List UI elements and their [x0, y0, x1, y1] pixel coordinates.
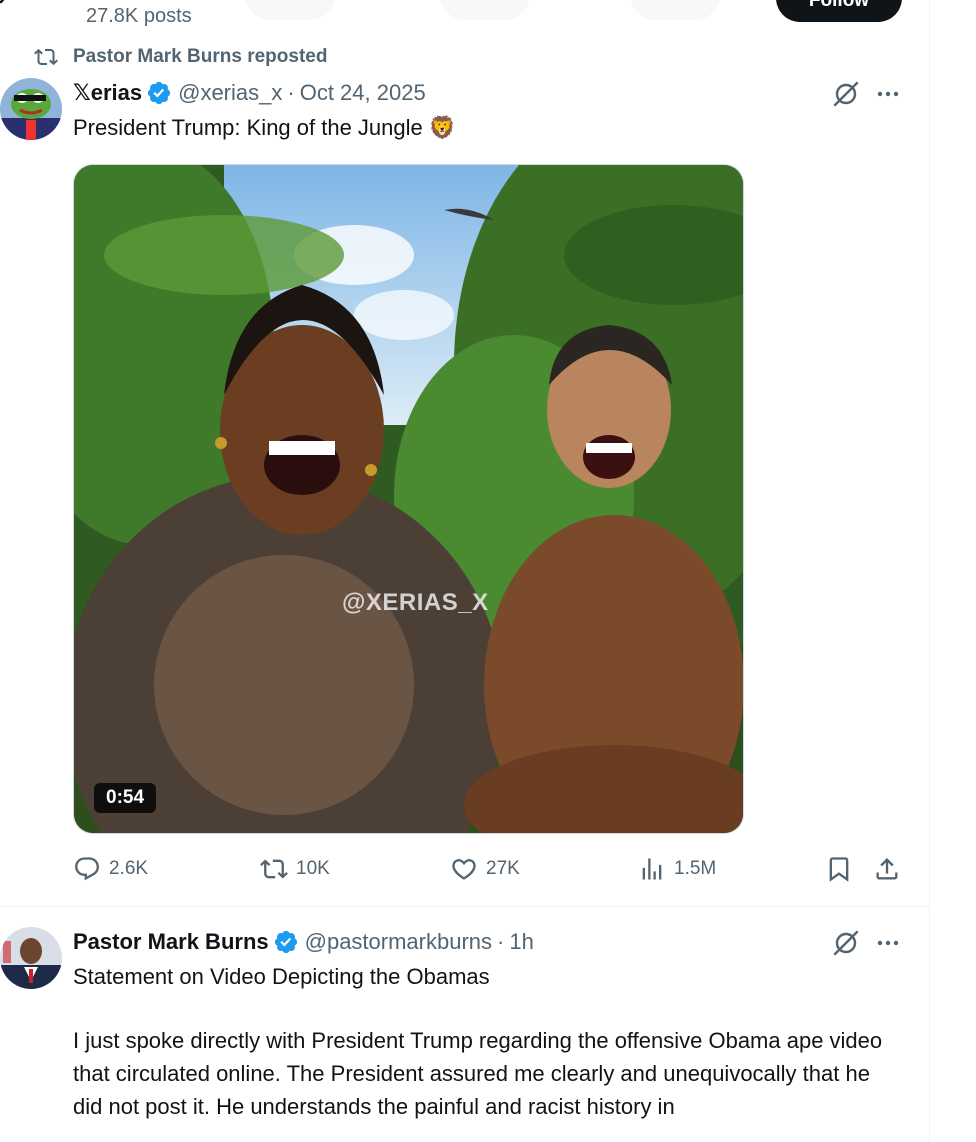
repost-label: Pastor Mark Burns reposted	[73, 46, 328, 67]
repost-button[interactable]: 10K	[260, 855, 330, 883]
bookmark-icon[interactable]	[825, 855, 853, 883]
separator: ·	[497, 929, 505, 954]
tweet-header: 𝕏erias @xerias_x · Oct 24, 2025	[73, 80, 426, 106]
reply-button[interactable]: 2.6K	[73, 855, 148, 883]
heart-icon	[452, 859, 476, 880]
like-button[interactable]: 27K	[450, 855, 520, 883]
handle[interactable]: @xerias_x	[178, 80, 282, 106]
avatar[interactable]	[0, 927, 62, 989]
follow-button[interactable]: Follow	[776, 0, 902, 22]
share-icon[interactable]	[873, 855, 901, 883]
tweet-text: President Trump: King of the Jungle 🦁	[73, 115, 457, 140]
header-tab-placeholder	[440, 0, 530, 20]
repost-icon	[260, 859, 288, 879]
reply-icon	[75, 857, 99, 881]
grok-icon[interactable]	[831, 928, 861, 958]
display-name[interactable]: 𝕏erias	[73, 80, 142, 106]
handle[interactable]: @pastormarkburns	[305, 929, 492, 955]
video-thumbnail	[74, 165, 743, 833]
grok-icon[interactable]	[831, 79, 861, 109]
video-player[interactable]: @XERIAS_X 0:54	[73, 164, 744, 834]
column-border	[929, 0, 930, 1142]
views-icon	[642, 858, 662, 880]
timeline: 27.8K posts Follow Pastor Mark Burns rep…	[0, 0, 976, 1142]
timestamp[interactable]: 1h	[509, 929, 533, 955]
separator: ·	[287, 80, 295, 105]
reply-count: 2.6K	[109, 858, 149, 879]
back-arrow-icon[interactable]	[0, 0, 14, 10]
avatar[interactable]	[0, 78, 62, 140]
more-icon[interactable]	[873, 79, 903, 109]
repost-icon	[34, 48, 58, 66]
tweet-title-line: Statement on Video Depicting the Obamas	[73, 964, 490, 989]
header-tab-placeholder	[245, 0, 335, 20]
tweet-header: Pastor Mark Burns @pastormarkburns · 1h	[73, 929, 534, 955]
repost-indicator[interactable]: Pastor Mark Burns reposted	[34, 45, 327, 69]
more-icon[interactable]	[873, 928, 903, 958]
timestamp[interactable]: Oct 24, 2025	[300, 80, 426, 106]
tweet-divider	[0, 906, 929, 907]
repost-count: 10K	[296, 858, 330, 879]
tweet-body: I just spoke directly with President Tru…	[73, 1028, 883, 1119]
video-watermark: @XERIAS_X	[342, 589, 489, 616]
posts-count: 27.8K posts	[86, 5, 192, 27]
verified-badge-icon[interactable]	[146, 80, 172, 106]
verified-badge-icon[interactable]	[273, 929, 299, 955]
views-count: 1.5M	[674, 858, 717, 879]
like-count: 27K	[486, 858, 520, 879]
video-duration: 0:54	[94, 783, 157, 813]
header-tab-placeholder	[630, 0, 720, 20]
display-name[interactable]: Pastor Mark Burns	[73, 929, 269, 955]
views-button[interactable]: 1.5M	[638, 855, 716, 883]
